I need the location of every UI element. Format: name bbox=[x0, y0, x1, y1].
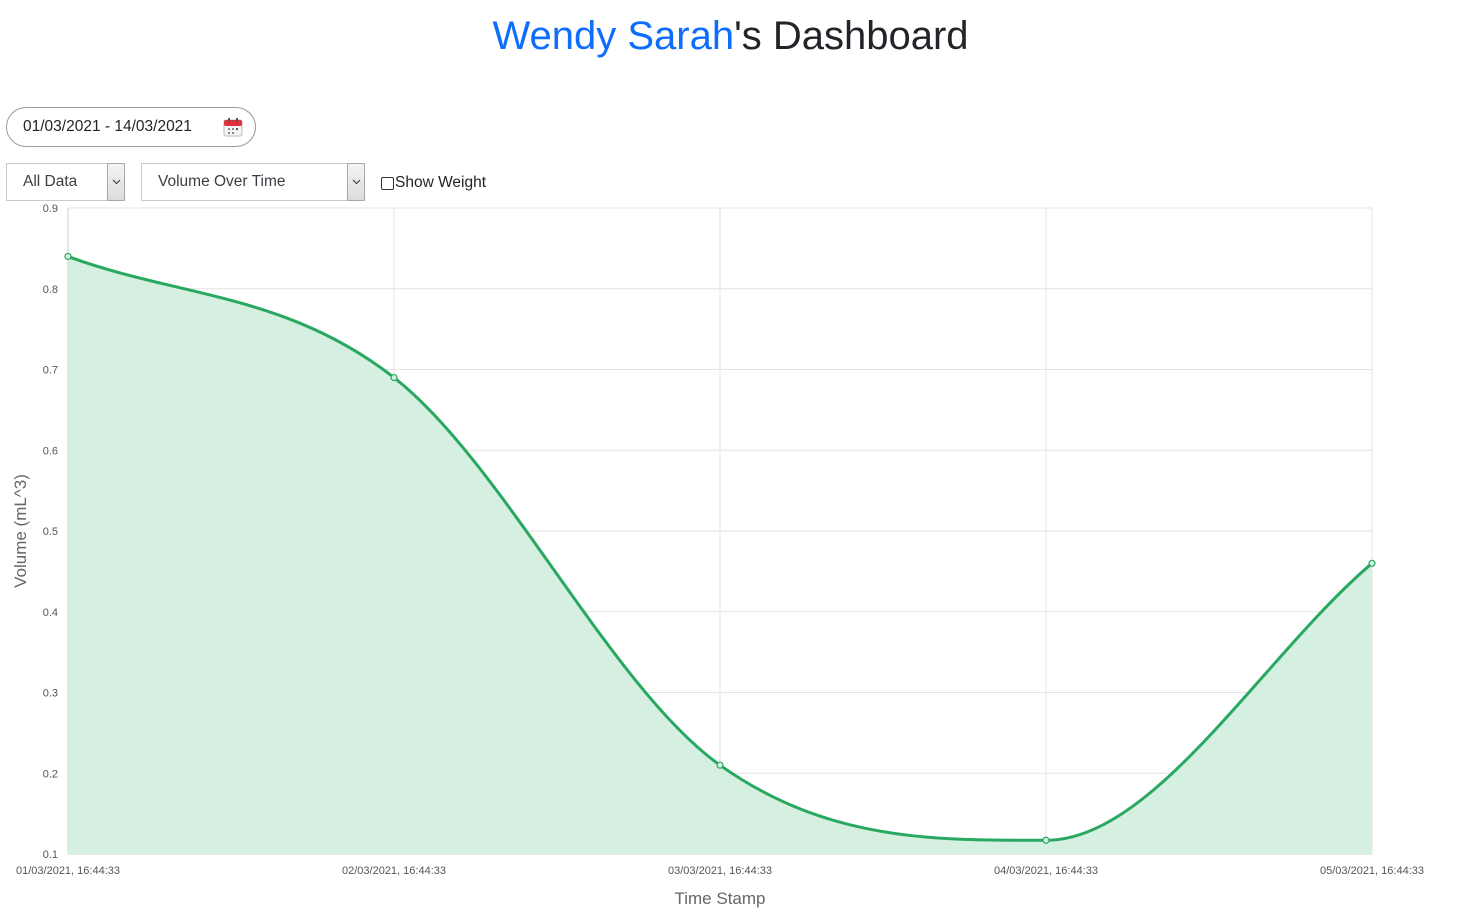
data-point bbox=[716, 761, 724, 769]
x-axis-title: Time Stamp bbox=[674, 889, 765, 908]
x-tick-label: 01/03/2021, 16:44:33 bbox=[16, 865, 120, 877]
y-tick-label: 0.8 bbox=[43, 284, 58, 296]
y-tick-label: 0.9 bbox=[43, 203, 58, 215]
y-tick-label: 0.4 bbox=[43, 607, 58, 619]
y-tick-label: 0.3 bbox=[43, 688, 58, 700]
x-tick-label: 05/03/2021, 16:44:33 bbox=[1320, 865, 1424, 877]
y-tick-label: 0.7 bbox=[43, 365, 58, 377]
y-tick-label: 0.1 bbox=[43, 849, 58, 861]
data-point bbox=[1368, 559, 1376, 567]
data-point bbox=[390, 373, 398, 382]
volume-chart: 0.1 0.2 0.3 0.4 0.5 0.6 0.7 0.8 0.9 01/03/2021, 1… bbox=[11, 203, 1424, 908]
y-axis-title: Volume (mL^3) bbox=[11, 474, 30, 588]
data-point bbox=[1042, 836, 1050, 844]
x-tick-label: 04/03/2021, 16:44:33 bbox=[994, 865, 1098, 877]
x-tick-label: 02/03/2021, 16:44:33 bbox=[342, 865, 446, 877]
data-point bbox=[64, 252, 72, 261]
y-tick-label: 0.5 bbox=[43, 526, 58, 538]
x-tick-label: 03/03/2021, 16:44:33 bbox=[668, 865, 772, 877]
y-tick-label: 0.2 bbox=[43, 768, 58, 780]
y-tick-label: 0.6 bbox=[43, 445, 58, 457]
